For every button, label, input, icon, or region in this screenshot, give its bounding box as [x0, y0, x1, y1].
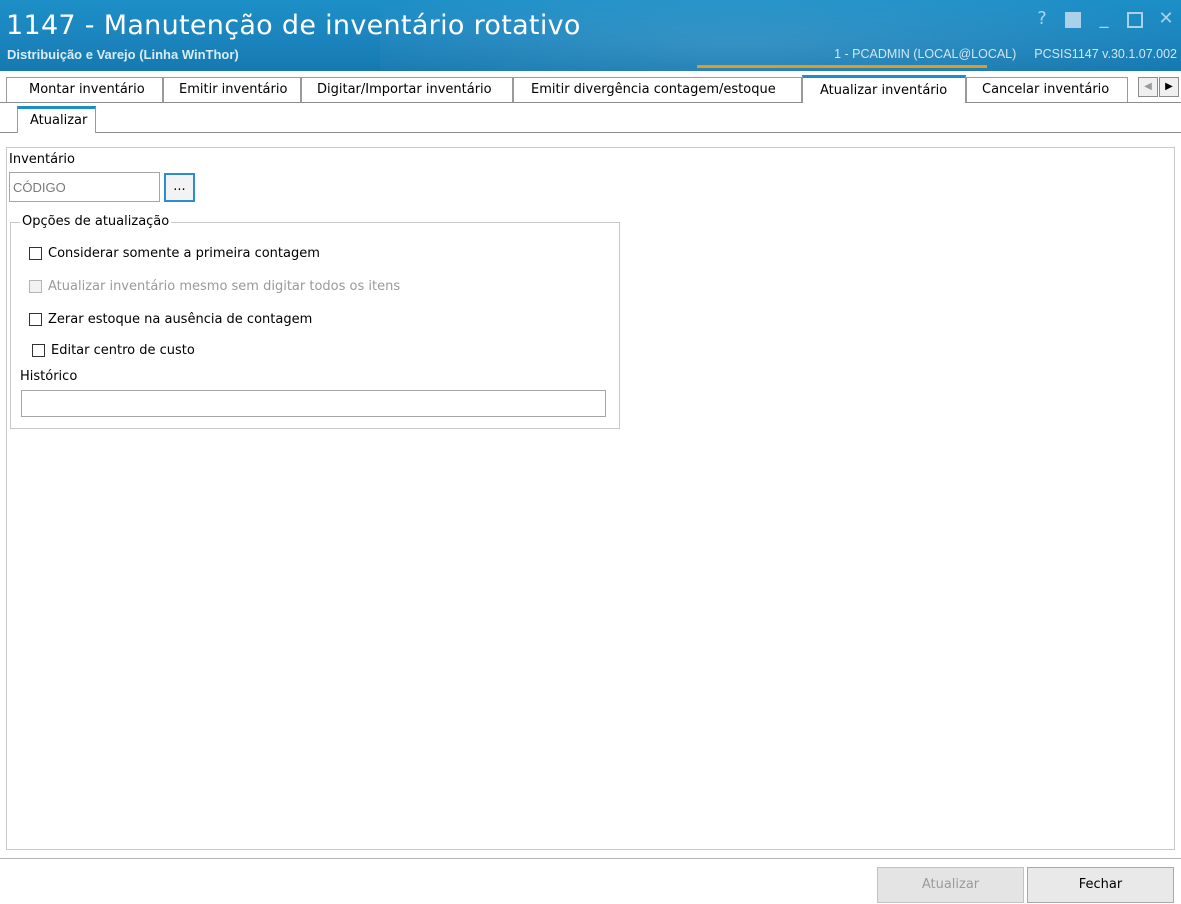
inventario-label: Inventário: [9, 152, 75, 167]
maximize-icon[interactable]: [1127, 12, 1143, 28]
option-primeira-contagem[interactable]: Considerar somente a primeira contagem: [29, 246, 320, 261]
title-accent-bar: [697, 65, 987, 68]
option-label: Atualizar inventário mesmo sem digitar t…: [48, 279, 401, 294]
inventario-code-input[interactable]: [9, 172, 160, 202]
sub-tabs: Atualizar: [0, 103, 1181, 133]
tab-label: Montar inventário: [29, 82, 145, 97]
window-controls: ? _ ✕: [1033, 10, 1175, 28]
restore-icon[interactable]: [1065, 12, 1081, 28]
program-info: PCSIS1147 v.30.1.07.002: [1034, 47, 1177, 61]
close-icon[interactable]: ✕: [1157, 10, 1175, 28]
checkbox[interactable]: [29, 247, 42, 260]
tab-scroll-left-icon[interactable]: ◀: [1138, 77, 1158, 97]
checkbox[interactable]: [32, 344, 45, 357]
tab-digitar-importar-inventario[interactable]: Digitar/Importar inventário: [301, 77, 513, 102]
user-info: 1 - PCADMIN (LOCAL@LOCAL): [834, 47, 1017, 61]
checkbox: [29, 280, 42, 293]
window-subtitle: Distribuição e Varejo (Linha WinThor): [7, 47, 239, 62]
option-editar-centro-custo[interactable]: Editar centro de custo: [32, 343, 195, 358]
historico-input[interactable]: [21, 390, 606, 417]
browse-inventario-button[interactable]: ...: [164, 173, 195, 202]
tab-scroll-right-icon[interactable]: ▶: [1159, 77, 1179, 97]
option-label: Considerar somente a primeira contagem: [48, 246, 320, 261]
title-bar: 1147 - Manutenção de inventário rotativo…: [0, 0, 1181, 71]
session-info: 1 - PCADMIN (LOCAL@LOCAL) PCSIS1147 v.30.…: [834, 47, 1177, 61]
tab-label: Cancelar inventário: [982, 82, 1110, 97]
option-label: Zerar estoque na ausência de contagem: [48, 312, 313, 327]
options-group-label: Opções de atualização: [20, 214, 172, 229]
fechar-button[interactable]: Fechar: [1027, 867, 1174, 903]
tab-label: Digitar/Importar inventário: [317, 82, 492, 97]
option-label: Editar centro de custo: [51, 343, 195, 358]
subtab-label: Atualizar: [30, 113, 88, 128]
historico-label: Histórico: [20, 369, 78, 384]
minimize-icon[interactable]: _: [1095, 10, 1113, 28]
option-zerar-estoque[interactable]: Zerar estoque na ausência de contagem: [29, 312, 312, 327]
tab-atualizar-inventario[interactable]: Atualizar inventário: [802, 75, 966, 103]
tab-label: Emitir divergência contagem/estoque: [531, 82, 776, 97]
help-icon[interactable]: ?: [1033, 10, 1051, 28]
main-tabs: Montar inventário Emitir inventário Digi…: [0, 73, 1181, 103]
option-atualizar-sem-digitar: Atualizar inventário mesmo sem digitar t…: [29, 279, 400, 294]
tab-cancelar-inventario[interactable]: Cancelar inventário: [966, 77, 1128, 102]
checkbox[interactable]: [29, 313, 42, 326]
tab-label: Atualizar inventário: [820, 83, 948, 98]
tab-label: Emitir inventário: [179, 82, 288, 97]
tab-montar-inventario[interactable]: Montar inventário: [6, 77, 163, 102]
tab-emitir-inventario[interactable]: Emitir inventário: [163, 77, 301, 102]
tab-emitir-divergencia[interactable]: Emitir divergência contagem/estoque: [513, 77, 802, 102]
atualizar-button: Atualizar: [877, 867, 1024, 903]
subtab-atualizar[interactable]: Atualizar: [17, 106, 97, 133]
window-title: 1147 - Manutenção de inventário rotativo: [6, 10, 581, 41]
tab-scroll-controls: ◀ ▶: [1137, 77, 1179, 97]
